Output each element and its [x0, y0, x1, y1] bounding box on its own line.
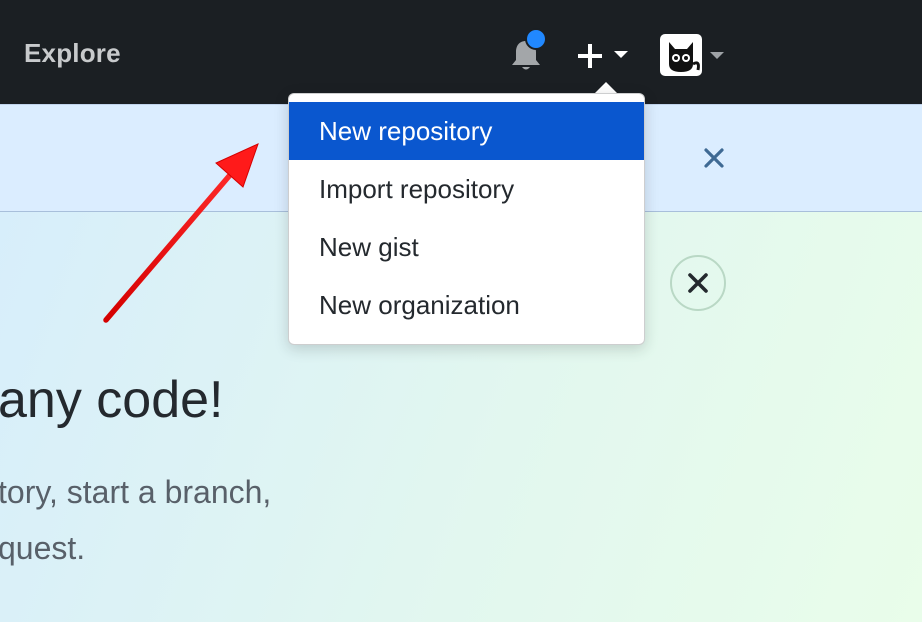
banner-dismiss-button[interactable]: [700, 144, 728, 172]
create-new-menu-button[interactable]: [574, 36, 634, 76]
menu-item-import-repository[interactable]: Import repository: [289, 160, 644, 218]
cat-avatar-icon: [669, 42, 700, 72]
user-menu-button[interactable]: [660, 34, 730, 78]
close-icon: [688, 273, 708, 293]
welcome-heading: any code!: [0, 371, 224, 429]
notification-indicator-dot: [525, 28, 547, 50]
welcome-text-line-2: quest.: [0, 530, 86, 566]
close-icon: [704, 148, 724, 168]
menu-item-new-repository[interactable]: New repository: [289, 102, 644, 160]
nav-explore-link[interactable]: Explore: [24, 38, 121, 69]
chevron-down-icon: [710, 52, 724, 59]
menu-item-new-organization[interactable]: New organization: [289, 276, 644, 334]
plus-icon: [578, 44, 628, 68]
welcome-dismiss-button[interactable]: [670, 255, 726, 311]
create-new-dropdown: New repository Import repository New gis…: [288, 93, 645, 345]
caret-down-icon: [614, 51, 628, 58]
menu-item-new-gist[interactable]: New gist: [289, 218, 644, 276]
welcome-text-line-1: tory, start a branch,: [0, 474, 272, 510]
top-navigation-bar: [0, 0, 922, 104]
avatar: [660, 34, 702, 76]
